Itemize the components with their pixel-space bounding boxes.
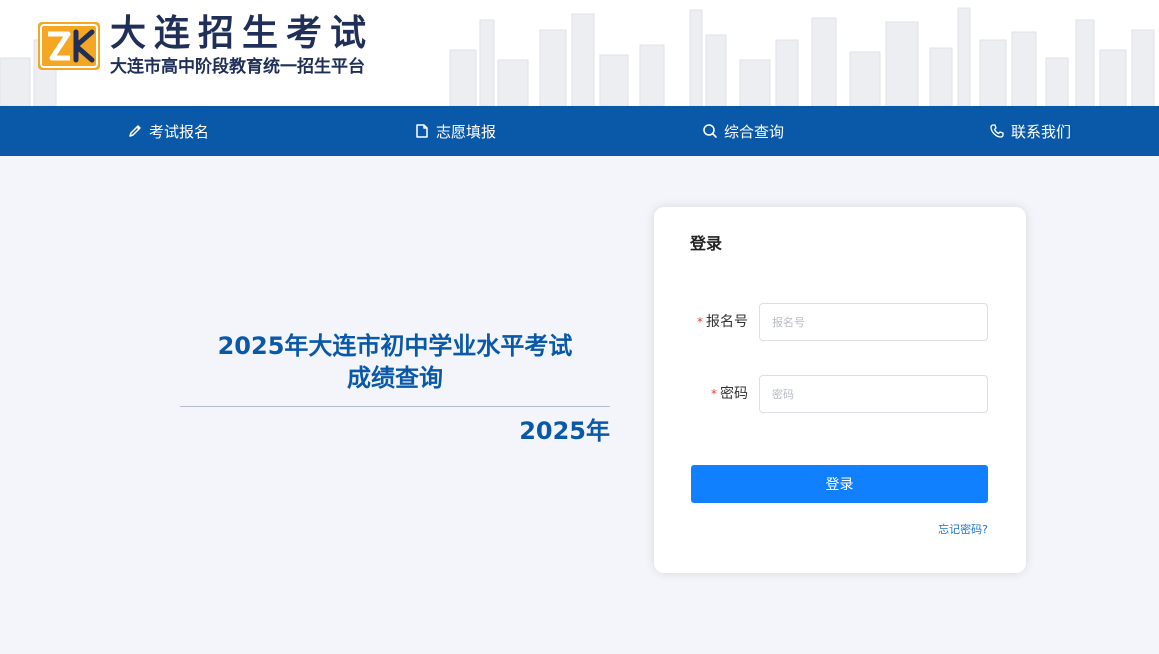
hero-title-line2: 成绩查询	[347, 364, 443, 392]
main-nav: 考试报名 志愿填报 综合查询 联系我们	[0, 106, 1159, 156]
reg-no-label: * 报名号	[697, 312, 748, 332]
password-label-text: 密码	[720, 386, 748, 402]
hero-section: 2025年大连市初中学业水平考试 成绩查询 2025年	[180, 330, 610, 447]
phone-icon	[990, 124, 1004, 138]
nav-item-label: 考试报名	[149, 122, 210, 141]
login-title: 登录	[690, 234, 723, 253]
reg-no-input[interactable]	[759, 303, 988, 341]
search-icon	[703, 124, 717, 138]
login-button[interactable]: 登录	[691, 465, 988, 503]
password-input[interactable]	[759, 375, 988, 413]
nav-item-label: 志愿填报	[436, 122, 497, 141]
pencil-icon	[129, 125, 141, 137]
site-title: 大连招生考试	[110, 13, 375, 54]
site-header: 大连招生考试 大连市高中阶段教育统一招生平台	[0, 0, 1159, 106]
hero-divider	[180, 406, 610, 407]
password-label: * 密码	[711, 384, 748, 404]
required-mark: *	[711, 387, 717, 401]
nav-item-comprehensive-query[interactable]: 综合查询	[702, 106, 784, 156]
nav-item-exam-registration[interactable]: 考试报名	[127, 106, 209, 156]
document-icon	[416, 124, 428, 138]
site-subtitle: 大连市高中阶段教育统一招生平台	[110, 57, 365, 77]
nav-item-label: 联系我们	[1011, 122, 1072, 141]
nav-item-contact-us[interactable]: 联系我们	[989, 106, 1071, 156]
reg-no-label-text: 报名号	[706, 314, 748, 330]
hero-year: 2025年	[519, 417, 610, 445]
required-mark: *	[697, 315, 703, 329]
zk-logo-icon	[38, 22, 100, 70]
login-card: 登录 *报名号 *密码 登录 忘记密码?	[654, 207, 1026, 573]
hero-title-line1: 2025年大连市初中学业水平考试	[217, 332, 573, 360]
forgot-password-link[interactable]: 忘记密码?	[938, 521, 988, 537]
nav-item-volunteer-filling[interactable]: 志愿填报	[414, 106, 496, 156]
nav-item-label: 综合查询	[724, 122, 785, 141]
hero-title: 2025年大连市初中学业水平考试 成绩查询	[180, 330, 610, 394]
